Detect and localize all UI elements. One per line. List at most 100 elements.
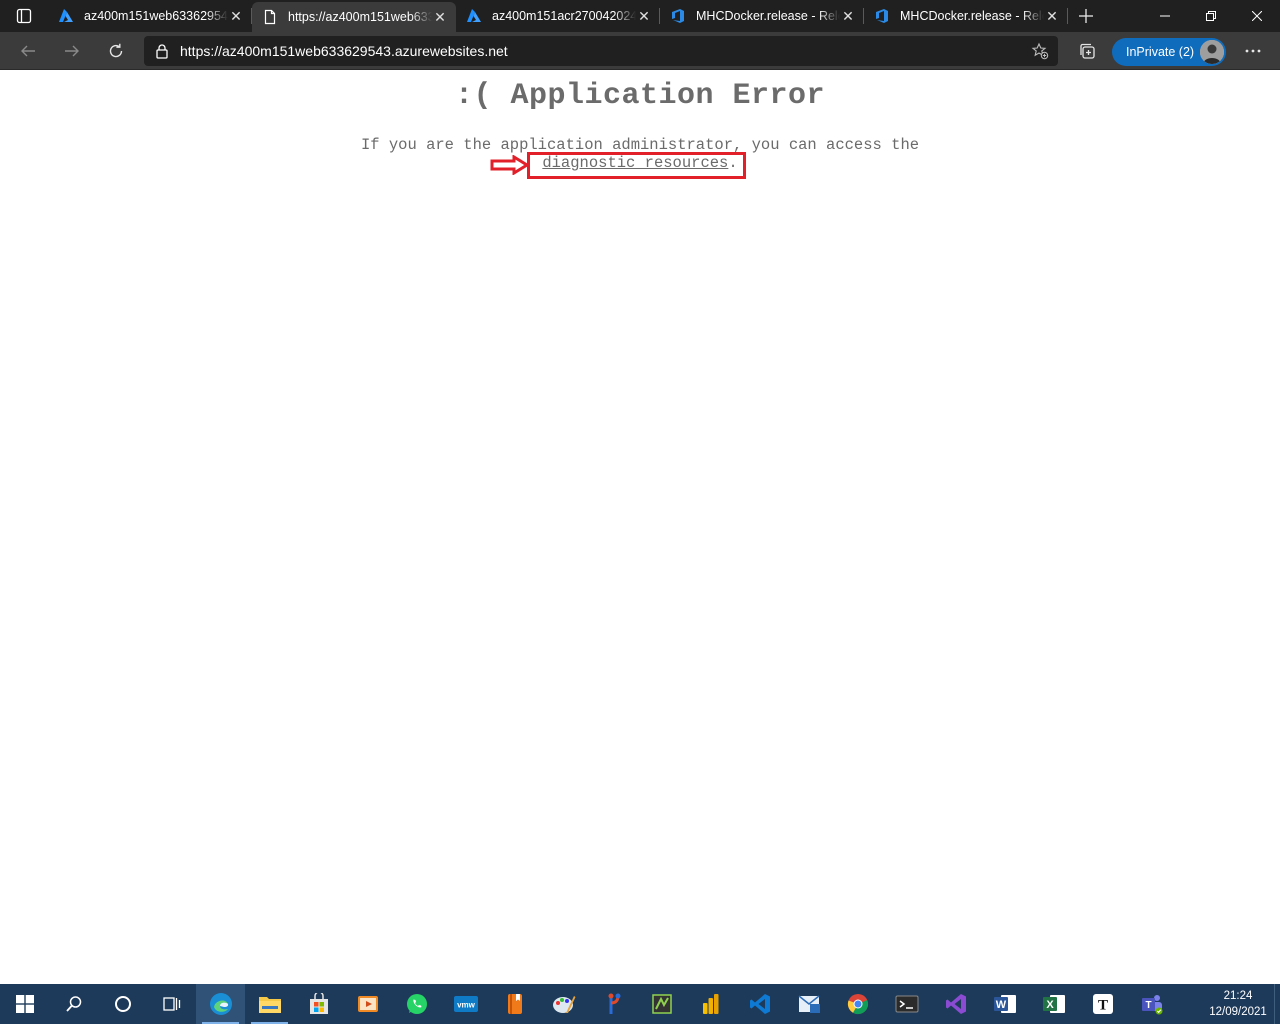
- page-content: :( Application Error If you are the appl…: [0, 71, 1280, 984]
- taskbar-clock[interactable]: 21:24 12/09/2021: [1202, 988, 1274, 1020]
- svg-text:T: T: [1097, 998, 1107, 1014]
- taskbar-paint[interactable]: [539, 984, 588, 1024]
- taskbar-whatsapp[interactable]: [392, 984, 441, 1024]
- file-explorer-icon: [258, 997, 281, 1013]
- taskbar-word[interactable]: W: [980, 984, 1029, 1024]
- tab-active-page[interactable]: https://az400m151web633629543.azurewebsi…: [252, 2, 456, 32]
- excel-icon: X: [1042, 995, 1065, 1013]
- paint-icon: [552, 996, 575, 1013]
- forward-button[interactable]: [50, 35, 94, 67]
- browser-toolbar: https://az400m151web633629543.azurewebsi…: [0, 32, 1280, 70]
- tab-separator: [1067, 8, 1068, 24]
- taskbar-vmware[interactable]: vmw: [441, 984, 490, 1024]
- minimize-button[interactable]: [1142, 0, 1188, 32]
- taskbar-excel[interactable]: X: [1029, 984, 1078, 1024]
- tab-devops-release-2[interactable]: MHCDocker.release - Releases ✕: [864, 0, 1068, 32]
- settings-more-button[interactable]: [1238, 35, 1268, 67]
- azure-icon: [59, 9, 73, 22]
- typora-icon: T: [1092, 994, 1113, 1014]
- inprivate-label: InPrivate (2): [1126, 45, 1195, 59]
- taskbar-outlook-mail[interactable]: [784, 984, 833, 1024]
- svg-text:W: W: [995, 999, 1006, 1011]
- cortana-button[interactable]: [98, 984, 147, 1024]
- tab-title: az400m151acr2700420243: [492, 9, 636, 23]
- minimize-icon: [1160, 15, 1170, 17]
- windows-start-button[interactable]: [0, 984, 49, 1024]
- show-desktop-button[interactable]: [1274, 984, 1280, 1024]
- windows-start-icon: [15, 995, 34, 1013]
- taskbar-store[interactable]: [294, 984, 343, 1024]
- taskbar-books[interactable]: [490, 984, 539, 1024]
- page-title: :( Application Error: [454, 79, 826, 113]
- teams-icon: T: [1141, 995, 1162, 1015]
- taskbar-git[interactable]: [588, 984, 637, 1024]
- avatar: [1200, 40, 1224, 64]
- taskbar-teams[interactable]: T: [1127, 984, 1176, 1024]
- taskbar-chrome[interactable]: [833, 984, 882, 1024]
- tab-devops-release-1[interactable]: MHCDocker.release - Releases ✕: [660, 0, 864, 32]
- taskbar-search-button[interactable]: [49, 984, 98, 1024]
- restore-button[interactable]: [1188, 0, 1234, 32]
- azure-icon: [467, 9, 481, 22]
- power-bi-icon: [702, 994, 718, 1014]
- search-icon: [65, 996, 81, 1012]
- close-tab-icon[interactable]: ✕: [636, 8, 652, 24]
- taskbar-power-bi[interactable]: [686, 984, 735, 1024]
- tab-actions-button[interactable]: [0, 0, 48, 32]
- media-player-icon: [357, 996, 378, 1012]
- close-tab-icon[interactable]: ✕: [432, 9, 448, 25]
- tab-title: https://az400m151web633629543.azurewebsi…: [288, 10, 432, 24]
- close-tab-icon[interactable]: ✕: [228, 8, 244, 24]
- git-icon: [608, 993, 620, 1014]
- collections-icon: [1080, 43, 1095, 59]
- arrow-right-icon: [65, 45, 79, 56]
- taskbar-edge[interactable]: [196, 984, 245, 1024]
- refresh-button[interactable]: [94, 35, 138, 67]
- collections-button[interactable]: [1072, 35, 1102, 67]
- taskbar-media-player[interactable]: [343, 984, 392, 1024]
- add-favorite-button[interactable]: [1022, 42, 1058, 60]
- taskbar-visual-studio[interactable]: [931, 984, 980, 1024]
- task-view-icon: [162, 997, 180, 1011]
- more-dots-icon: [1245, 49, 1261, 53]
- clock-time: 21:24: [1223, 990, 1253, 1002]
- restore-icon: [1206, 11, 1216, 21]
- word-icon: W: [993, 995, 1016, 1013]
- taskbar-typora[interactable]: T: [1078, 984, 1127, 1024]
- tab-azure-acr[interactable]: az400m151acr2700420243 ✕: [456, 0, 660, 32]
- svg-text:vmw: vmw: [457, 1001, 476, 1010]
- star-add-icon: [1031, 42, 1049, 60]
- back-button[interactable]: [6, 35, 50, 67]
- refresh-icon: [109, 43, 123, 57]
- taskbar-terminal[interactable]: [882, 984, 931, 1024]
- arrow-left-icon: [21, 45, 35, 56]
- new-tab-button[interactable]: [1068, 0, 1104, 32]
- tab-title: az400m151web633629543: [84, 9, 228, 23]
- tab-azure-web[interactable]: az400m151web633629543 ✕: [48, 0, 252, 32]
- inprivate-profile-button[interactable]: InPrivate (2): [1112, 38, 1226, 66]
- visual-studio-icon: [945, 994, 966, 1014]
- close-tab-icon[interactable]: ✕: [1044, 8, 1060, 24]
- clock-date: 12/09/2021: [1209, 1006, 1267, 1018]
- taskbar-vscode[interactable]: [735, 984, 784, 1024]
- svg-text:X: X: [1046, 999, 1054, 1011]
- books-icon: [507, 994, 522, 1014]
- url-text[interactable]: https://az400m151web633629543.azurewebsi…: [180, 43, 1022, 59]
- tab-title: MHCDocker.release - Releases: [900, 9, 1044, 23]
- whatsapp-icon: [406, 994, 427, 1014]
- close-tab-icon[interactable]: ✕: [840, 8, 856, 24]
- azure-devops-icon: [672, 9, 684, 23]
- page-icon: [264, 9, 276, 25]
- taskbar-file-explorer[interactable]: [245, 984, 294, 1024]
- address-bar[interactable]: https://az400m151web633629543.azurewebsi…: [144, 36, 1058, 66]
- plus-icon: [1079, 9, 1093, 23]
- store-icon: [309, 993, 328, 1014]
- annotation-arrow-icon: [490, 155, 530, 175]
- tab-strip: az400m151web633629543 ✕ https://az400m15…: [0, 0, 1280, 32]
- lock-icon[interactable]: [144, 43, 180, 59]
- tab-title: MHCDocker.release - Releases: [696, 9, 840, 23]
- close-window-button[interactable]: [1234, 0, 1280, 32]
- svg-text:T: T: [1145, 1000, 1151, 1011]
- taskbar-notepad-plus[interactable]: [637, 984, 686, 1024]
- task-view-button[interactable]: [147, 984, 196, 1024]
